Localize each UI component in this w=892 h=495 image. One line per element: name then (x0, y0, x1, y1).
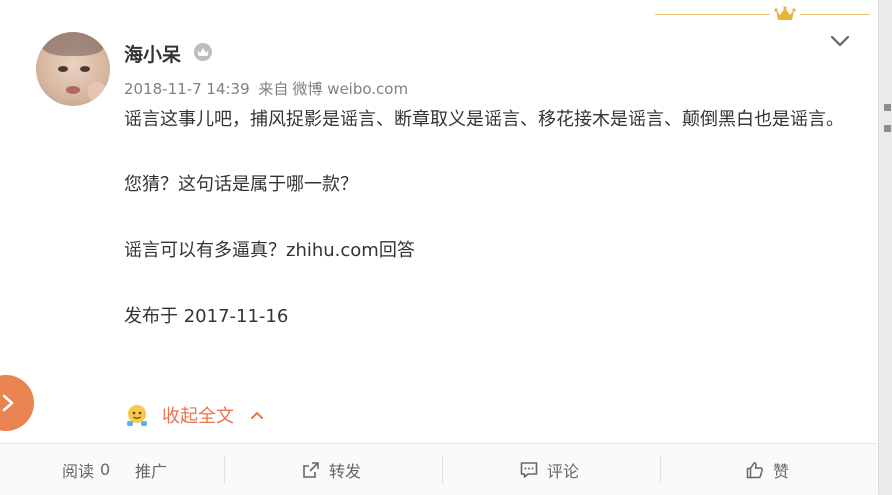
avatar-hair (42, 32, 104, 56)
collapse-button[interactable]: 收起全文 (124, 400, 264, 430)
comment-label[interactable]: 评论 (547, 458, 579, 482)
scrollbar[interactable] (882, 0, 892, 494)
decor-line (800, 14, 870, 15)
post-timestamp[interactable]: 2018-11-7 14:39 (124, 80, 250, 98)
avatar[interactable] (36, 32, 110, 106)
action-bar: 阅读 0 推广 转发 评论 赞 (0, 443, 878, 495)
post-content: 谣言这事儿吧，捕风捉影是谣言、断章取义是谣言、移花接木是谣言、颠倒黑白也是谣言。… (124, 104, 844, 333)
read-count-value: 0 (100, 460, 111, 479)
divider (442, 456, 443, 484)
avatar-eye (80, 66, 90, 72)
post-meta: 2018-11-7 14:39 来自 微博 weibo.com (124, 78, 412, 99)
post-paragraph: 发布于 2017-11-16 (124, 306, 289, 327)
collapse-label[interactable]: 收起全文 (162, 402, 234, 428)
forward-icon (303, 461, 319, 478)
source-prefix: 来自 (258, 80, 289, 98)
avatar-mouth (66, 86, 80, 94)
post-paragraph: 您猜？这句话是属于哪一款？ (124, 174, 358, 195)
comment-icon (520, 461, 538, 478)
read-label: 阅读 (62, 461, 95, 481)
thumbs-up-icon (746, 461, 763, 478)
post-source[interactable]: 微博 weibo.com (292, 80, 408, 98)
vip-crown-icon[interactable] (193, 42, 213, 62)
promote-link[interactable]: 推广 (135, 444, 167, 495)
divider (224, 456, 225, 484)
post-paragraph: 谣言可以有多逼真？zhihu.com回答 (124, 240, 415, 261)
chevron-up-icon (251, 412, 263, 419)
weibo-post-card: 海小呆 2018-11-7 14:39 来自 微博 weibo.com 谣言这事儿… (0, 0, 879, 495)
author-name[interactable]: 海小呆 (124, 40, 181, 67)
divider (660, 456, 661, 484)
read-count: 阅读 0 (62, 444, 110, 495)
decor-line (655, 14, 770, 15)
chevron-right-icon (2, 394, 14, 412)
avatar-hand (88, 82, 106, 102)
gold-crown-icon (774, 6, 796, 20)
comment-button[interactable]: 评论 (519, 444, 579, 495)
forward-label[interactable]: 转发 (329, 458, 361, 482)
like-button[interactable]: 赞 (745, 444, 789, 495)
emoji-face-icon (127, 405, 147, 426)
card-decoration (655, 6, 870, 22)
promote-label[interactable]: 推广 (135, 458, 167, 482)
scroll-marker[interactable] (884, 104, 891, 111)
avatar-eye (58, 66, 68, 72)
like-label[interactable]: 赞 (773, 458, 789, 482)
chevron-down-icon[interactable] (826, 30, 854, 52)
post-paragraph: 谣言这事儿吧，捕风捉影是谣言、断章取义是谣言、移花接木是谣言、颠倒黑白也是谣言。 (124, 109, 844, 130)
scroll-marker[interactable] (884, 125, 891, 132)
forward-button[interactable]: 转发 (301, 444, 361, 495)
